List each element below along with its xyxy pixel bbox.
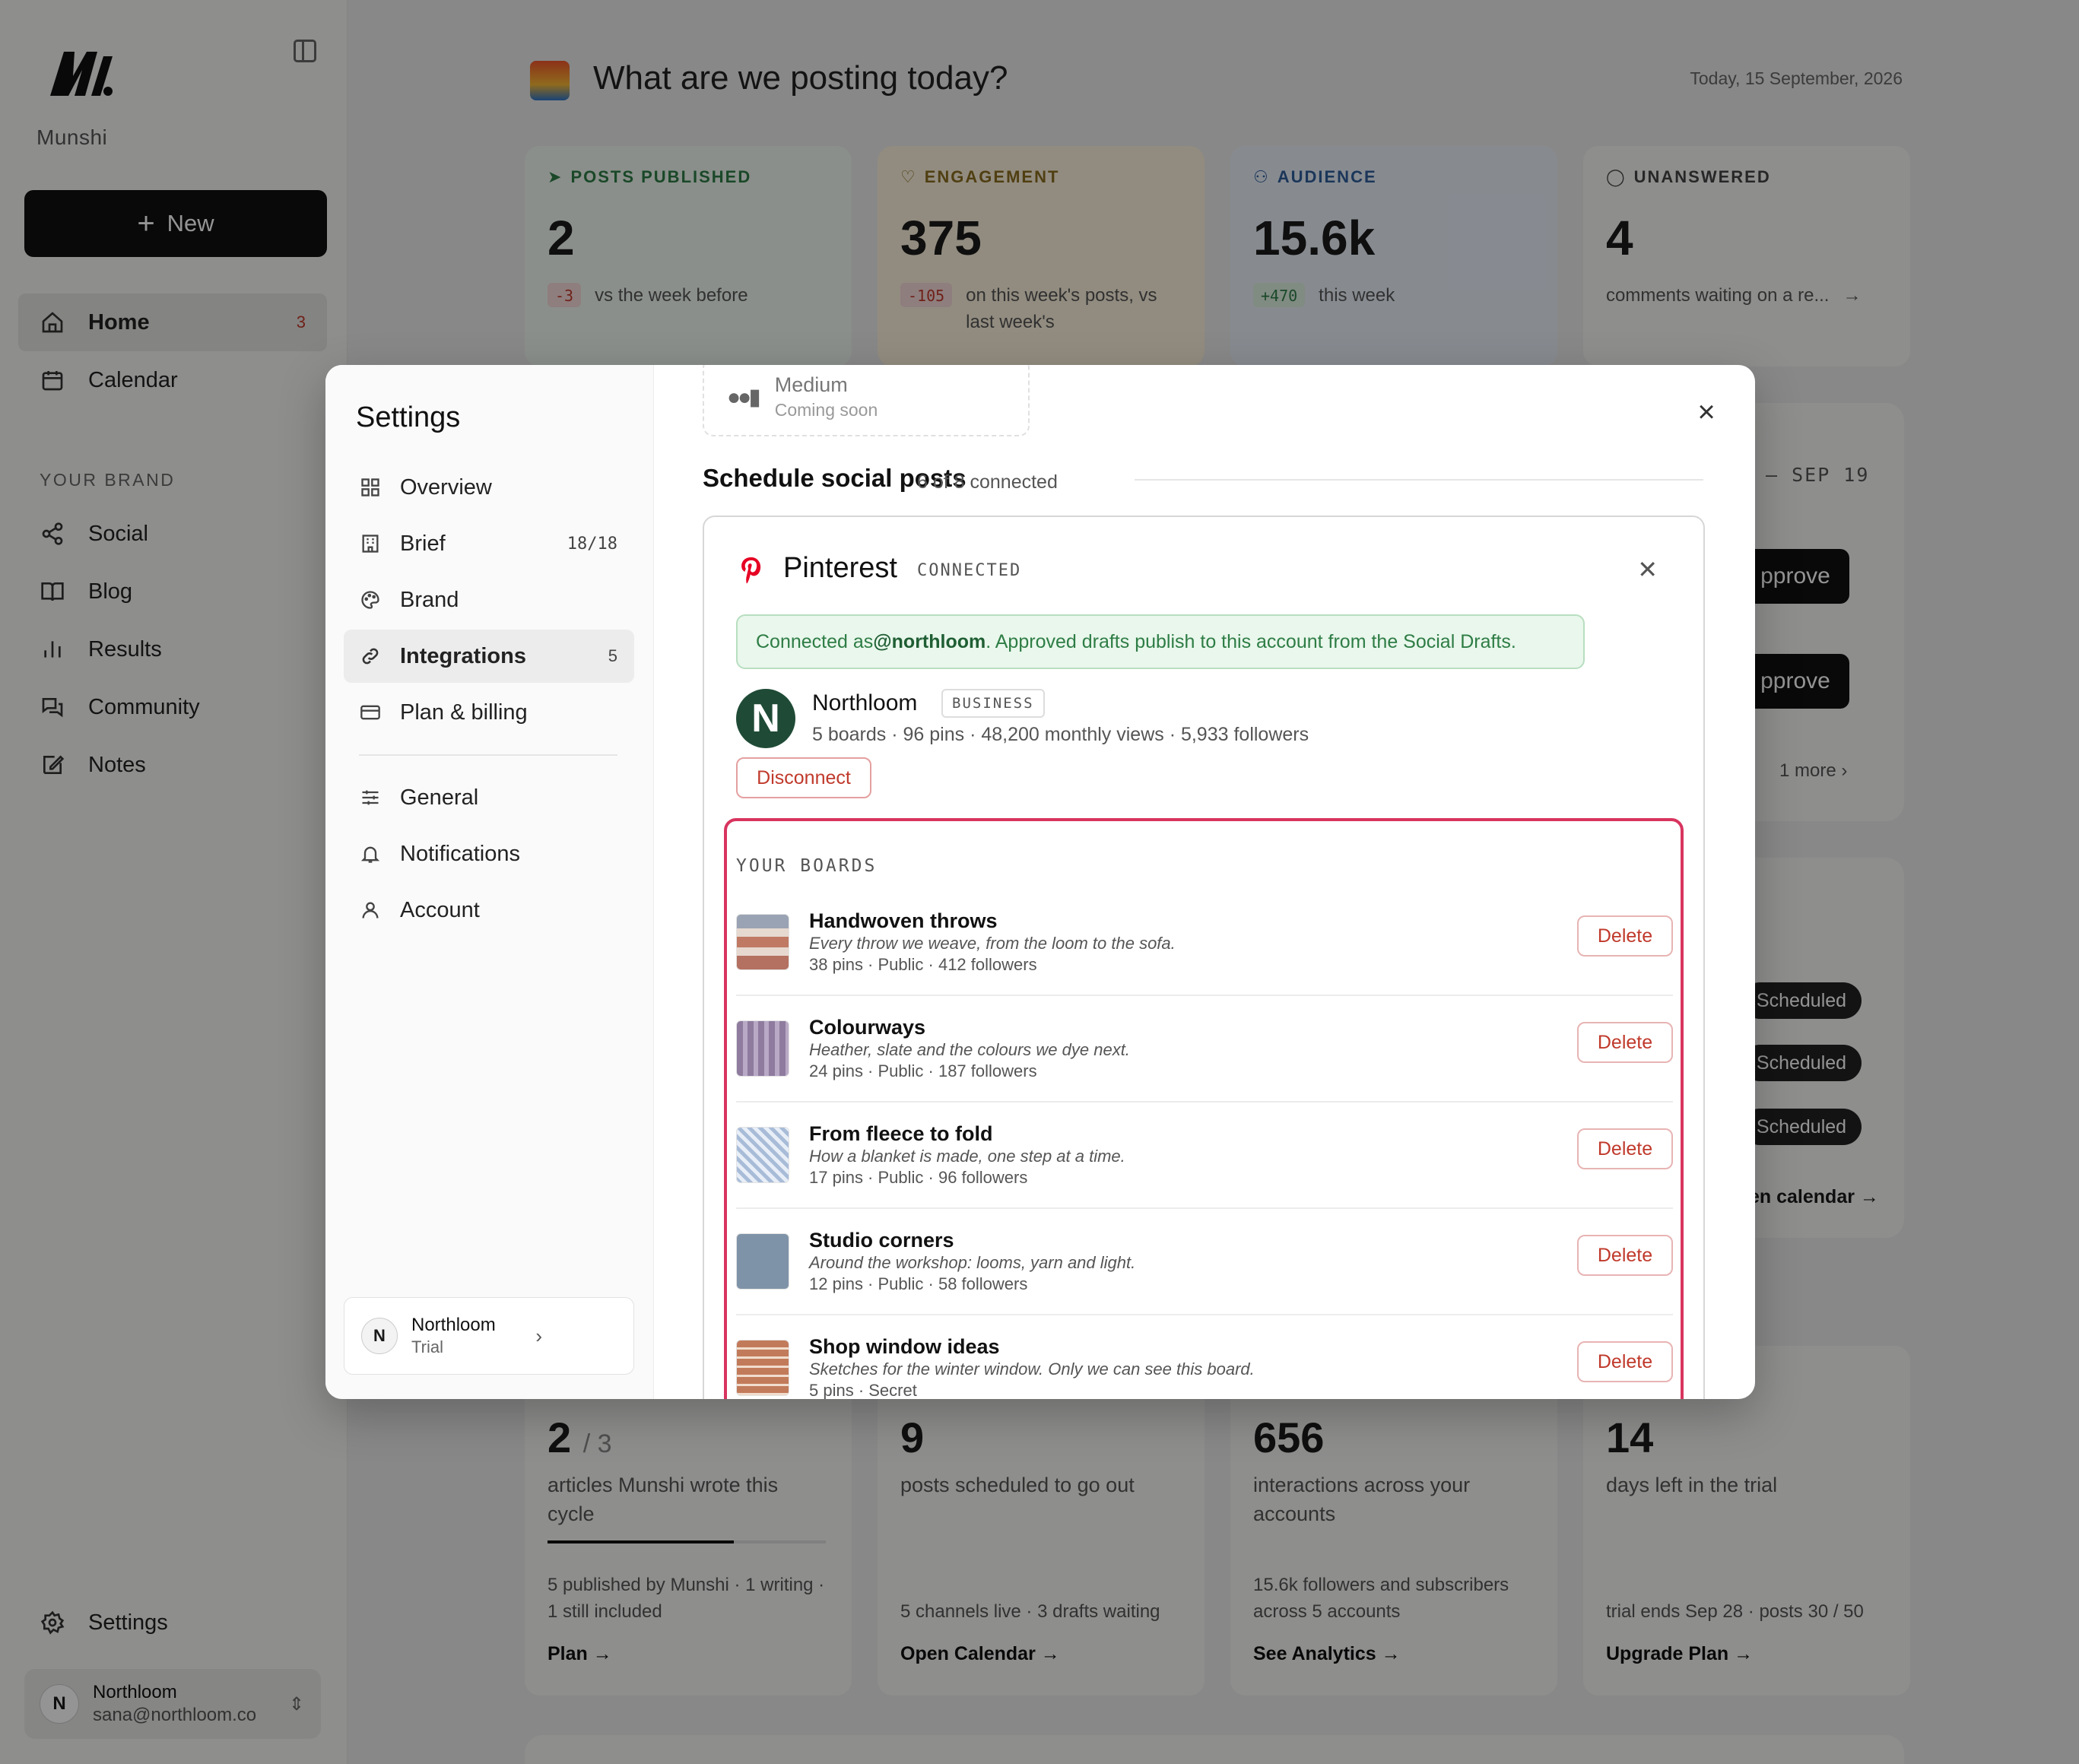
integrations-content: ●●▮ Medium Coming soon × Schedule social… — [654, 365, 1755, 1399]
link-icon — [359, 645, 382, 668]
workspace-name: Northloom — [411, 1315, 496, 1335]
workspace-plan: Trial — [411, 1337, 443, 1356]
board-title: Studio corners — [809, 1229, 954, 1252]
board-row: Handwoven throws Every throw we weave, f… — [736, 905, 1673, 996]
medium-integration-card: ●●▮ Medium Coming soon — [703, 365, 1030, 436]
settings-title: Settings — [356, 401, 461, 433]
section-divider — [1135, 479, 1703, 481]
banner-suffix: . Approved drafts publish to this accoun… — [986, 630, 1516, 652]
delete-board-button[interactable]: Delete — [1577, 1022, 1673, 1063]
disconnect-button[interactable]: Disconnect — [736, 757, 871, 798]
account-meta: 5 boards · 96 pins · 48,200 monthly view… — [812, 724, 1309, 745]
settings-nav-general[interactable]: General — [344, 771, 634, 824]
close-icon[interactable]: ✕ — [1637, 555, 1658, 584]
settings-nav-label: Integrations — [400, 643, 526, 668]
pinterest-logo-icon — [741, 557, 761, 584]
boards-section-label: YOUR BOARDS — [736, 856, 878, 876]
medium-name: Medium — [774, 373, 848, 396]
chevron-right-icon: › — [535, 1324, 542, 1347]
settings-nav-overview[interactable]: Overview — [344, 461, 634, 514]
board-description: Heather, slate and the colours we dye ne… — [809, 1040, 1130, 1059]
settings-nav-label: Brand — [400, 587, 459, 612]
settings-nav-label: Plan & billing — [400, 700, 528, 725]
board-row: Colourways Heather, slate and the colour… — [736, 1011, 1673, 1102]
board-thumbnail — [736, 1127, 789, 1183]
settings-nav: Settings Overview Brief 18/18 Brand Inte… — [325, 365, 654, 1399]
settings-nav-account[interactable]: Account — [344, 884, 634, 937]
medium-logo-icon: ●●▮ — [727, 384, 761, 410]
connection-status: CONNECTED — [917, 561, 1022, 580]
account-avatar: N — [736, 689, 795, 748]
sliders-icon — [359, 786, 382, 809]
user-icon — [359, 899, 382, 922]
board-thumbnail — [736, 1340, 789, 1396]
board-title: Colourways — [809, 1016, 926, 1039]
board-description: Around the workshop: looms, yarn and lig… — [809, 1253, 1136, 1272]
credit-card-icon — [359, 701, 382, 724]
avatar: N — [361, 1318, 398, 1354]
board-description: Every throw we weave, from the loom to t… — [809, 934, 1176, 953]
delete-board-button[interactable]: Delete — [1577, 1235, 1673, 1276]
board-meta: 5 pins · Secret — [809, 1381, 917, 1399]
pinterest-name: Pinterest — [783, 552, 897, 584]
board-title: Handwoven throws — [809, 909, 998, 932]
workspace-switcher[interactable]: N Northloom Trial › — [344, 1297, 634, 1375]
account-name: Northloom — [812, 690, 918, 715]
banner-handle: @northloom — [873, 630, 986, 652]
settings-nav-label: Account — [400, 897, 480, 922]
settings-nav-brief[interactable]: Brief 18/18 — [344, 517, 634, 570]
grid-icon — [359, 476, 382, 499]
board-thumbnail — [736, 1020, 789, 1077]
board-meta: 12 pins · Public · 58 followers — [809, 1274, 1028, 1293]
board-row: From fleece to fold How a blanket is mad… — [736, 1118, 1673, 1209]
close-icon[interactable]: × — [1691, 397, 1722, 427]
integrations-count: 5 — [608, 646, 617, 665]
board-description: Sketches for the winter window. Only we … — [809, 1359, 1255, 1379]
bell-icon — [359, 842, 382, 865]
delete-board-button[interactable]: Delete — [1577, 915, 1673, 957]
board-description: How a blanket is made, one step at a tim… — [809, 1147, 1125, 1166]
board-thumbnail — [736, 914, 789, 970]
board-thumbnail — [736, 1233, 789, 1290]
settings-nav-label: Notifications — [400, 841, 520, 866]
board-meta: 17 pins · Public · 96 followers — [809, 1168, 1028, 1187]
account-type-badge: BUSINESS — [941, 689, 1045, 718]
board-row: Shop window ideas Sketches for the winte… — [736, 1331, 1673, 1399]
delete-board-button[interactable]: Delete — [1577, 1128, 1673, 1169]
board-meta: 38 pins · Public · 412 followers — [809, 955, 1037, 974]
board-title: Shop window ideas — [809, 1335, 1000, 1358]
medium-status: Coming soon — [774, 400, 878, 420]
banner-prefix: Connected as — [756, 630, 874, 652]
settings-modal: Settings Overview Brief 18/18 Brand Inte… — [325, 365, 1755, 1399]
palette-icon — [359, 589, 382, 611]
building-icon — [359, 532, 382, 555]
board-meta: 24 pins · Public · 187 followers — [809, 1061, 1037, 1080]
settings-nav-plan-billing[interactable]: Plan & billing — [344, 686, 634, 739]
connected-count: 6 of 8 connected — [917, 471, 1058, 493]
settings-nav-divider — [359, 754, 617, 756]
settings-nav-brand[interactable]: Brand — [344, 573, 634, 627]
settings-nav-integrations[interactable]: Integrations 5 — [344, 630, 634, 683]
settings-nav-label: Brief — [400, 531, 446, 556]
boards-list: YOUR BOARDS Handwoven throws Every throw… — [724, 818, 1684, 1399]
delete-board-button[interactable]: Delete — [1577, 1341, 1673, 1382]
connected-banner: Connected as @northloom. Approved drafts… — [736, 614, 1585, 669]
settings-nav-notifications[interactable]: Notifications — [344, 827, 634, 880]
brief-count: 18/18 — [567, 534, 617, 554]
pinterest-integration-card: Pinterest CONNECTED ✕ Connected as @nort… — [703, 516, 1705, 1399]
board-row: Studio corners Around the workshop: loom… — [736, 1224, 1673, 1315]
settings-nav-label: Overview — [400, 474, 492, 500]
settings-nav-label: General — [400, 785, 479, 810]
board-title: From fleece to fold — [809, 1122, 993, 1145]
